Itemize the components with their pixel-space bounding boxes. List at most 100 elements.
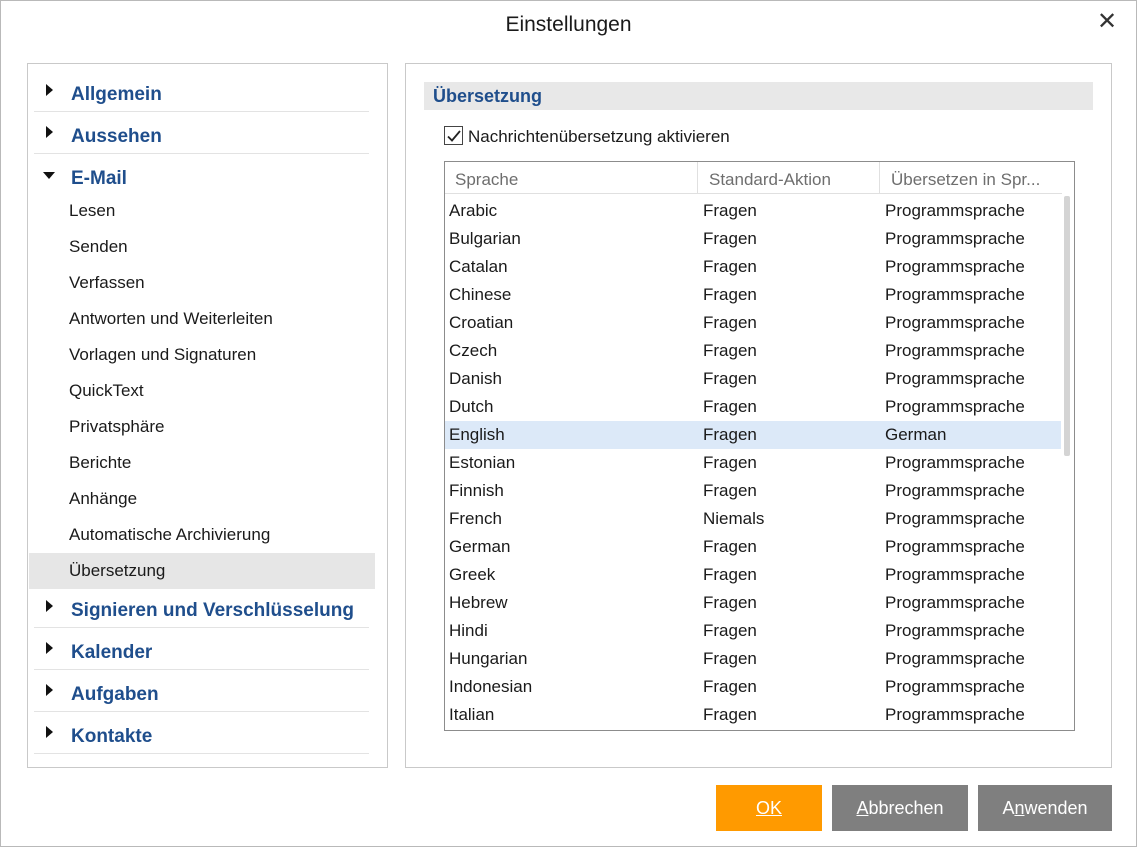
cell-language: Croatian [449, 313, 514, 332]
nav-category-kalender[interactable]: Kalender [34, 628, 369, 670]
cell-translate-to: Programmsprache [885, 201, 1025, 220]
table-row[interactable]: Czech Fragen Programmsprache [445, 337, 1062, 365]
nav-item-anhaenge[interactable]: Anhänge [29, 481, 375, 517]
nav-item-label: Senden [69, 237, 128, 256]
table-row[interactable]: Dutch Fragen Programmsprache [445, 393, 1062, 421]
nav-category-label: Aufgaben [71, 684, 159, 705]
nav-category-aussehen[interactable]: Aussehen [34, 112, 369, 154]
table-row[interactable]: Danish Fragen Programmsprache [445, 365, 1062, 393]
scrollbar-thumb[interactable] [1064, 196, 1070, 456]
table-row[interactable]: Indonesian Fragen Programmsprache [445, 673, 1062, 701]
table-row[interactable]: Italian Fragen Programmsprache [445, 701, 1062, 729]
cancel-button[interactable]: Abbrechen [832, 785, 968, 831]
table-row[interactable]: Hindi Fragen Programmsprache [445, 617, 1062, 645]
table-row[interactable]: Greek Fragen Programmsprache [445, 561, 1062, 589]
cell-translate-to: Programmsprache [885, 593, 1025, 612]
nav-item-label: Vorlagen und Signaturen [69, 345, 257, 364]
table-row[interactable]: German Fragen Programmsprache [445, 533, 1062, 561]
expand-arrow-icon [46, 684, 53, 696]
expand-arrow-icon [46, 126, 53, 138]
table-row[interactable]: Hebrew Fragen Programmsprache [445, 589, 1062, 617]
nav-item-label: Übersetzung [69, 561, 166, 580]
table-row[interactable]: Bulgarian Fragen Programmsprache [445, 225, 1062, 253]
cell-translate-to: Programmsprache [885, 341, 1025, 360]
cell-language: Catalan [449, 257, 508, 276]
cell-translate-to: Programmsprache [885, 453, 1025, 472]
table-row[interactable]: Croatian Fragen Programmsprache [445, 309, 1062, 337]
nav-category-label: Aussehen [71, 126, 162, 147]
table-row[interactable]: Finnish Fragen Programmsprache [445, 477, 1062, 505]
cell-default-action: Fragen [703, 313, 757, 332]
section-title: Übersetzung [433, 86, 543, 106]
column-header-standard-aktion[interactable]: Standard-Aktion [698, 162, 880, 194]
cell-language: Finnish [449, 481, 504, 500]
nav-item-label: Lesen [69, 201, 116, 220]
nav-category-email[interactable]: E-Mail [34, 154, 369, 196]
checkmark-icon [447, 130, 461, 142]
settings-dialog: Einstellungen ✕ Allgemein Aussehen E-Mai… [0, 0, 1137, 847]
column-header-sprache[interactable]: Sprache [445, 162, 698, 194]
expand-arrow-icon [46, 84, 53, 96]
table-row[interactable]: English Fragen German [445, 421, 1062, 449]
cell-default-action: Fragen [703, 453, 757, 472]
cell-translate-to: Programmsprache [885, 369, 1025, 388]
nav-item-privatsphaere[interactable]: Privatsphäre [29, 409, 375, 445]
cell-translate-to: Programmsprache [885, 621, 1025, 640]
table-row[interactable]: Chinese Fragen Programmsprache [445, 281, 1062, 309]
cell-translate-to: Programmsprache [885, 229, 1025, 248]
nav-category-label: Signieren und Verschlüsselung [71, 600, 354, 621]
nav-item-vorlagen[interactable]: Vorlagen und Signaturen [29, 337, 375, 373]
nav-item-label: Verfassen [69, 273, 145, 292]
apply-label-rest: wenden [1024, 798, 1088, 818]
nav-category-signieren[interactable]: Signieren und Verschlüsselung [34, 586, 369, 628]
nav-item-berichte[interactable]: Berichte [29, 445, 375, 481]
nav-item-senden[interactable]: Senden [29, 229, 375, 265]
table-scrollbar[interactable] [1061, 194, 1074, 730]
cell-translate-to: Programmsprache [885, 649, 1025, 668]
nav-item-uebersetzung[interactable]: Übersetzung [29, 553, 375, 589]
table-row[interactable]: Catalan Fragen Programmsprache [445, 253, 1062, 281]
nav-item-archivierung[interactable]: Automatische Archivierung [29, 517, 375, 553]
cell-language: Arabic [449, 201, 498, 220]
nav-item-lesen[interactable]: Lesen [29, 193, 375, 229]
cell-language: Italian [449, 705, 495, 724]
table-header: Sprache Standard-Aktion Übersetzen in Sp… [445, 162, 1062, 194]
nav-item-quicktext[interactable]: QuickText [29, 373, 375, 409]
apply-mnemonic: n [1014, 798, 1025, 818]
nav-category-allgemein[interactable]: Allgemein [34, 70, 369, 112]
nav-item-label: Privatsphäre [69, 417, 165, 436]
cell-language: Greek [449, 565, 496, 584]
expand-arrow-icon [46, 600, 53, 612]
dialog-title: Einstellungen [505, 13, 632, 36]
cell-translate-to: Programmsprache [885, 509, 1025, 528]
cell-language: German [449, 537, 511, 556]
nav-category-kontakte[interactable]: Kontakte [34, 712, 369, 754]
nav-category-label: Kalender [71, 642, 153, 663]
table-row[interactable]: Estonian Fragen Programmsprache [445, 449, 1062, 477]
nav-category-aufgaben[interactable]: Aufgaben [34, 670, 369, 712]
close-icon[interactable]: ✕ [1096, 10, 1118, 34]
nav-category-label: Allgemein [71, 84, 162, 105]
cancel-label-rest: bbrechen [868, 798, 944, 818]
cell-default-action: Fragen [703, 481, 757, 500]
nav-item-verfassen[interactable]: Verfassen [29, 265, 375, 301]
table-row[interactable]: Arabic Fragen Programmsprache [445, 197, 1062, 225]
apply-button[interactable]: Anwenden [978, 785, 1112, 831]
cell-language: Dutch [449, 397, 494, 416]
cell-translate-to: Programmsprache [885, 397, 1025, 416]
cell-language: Danish [449, 369, 502, 388]
table-row[interactable]: Hungarian Fragen Programmsprache [445, 645, 1062, 673]
cell-translate-to: Programmsprache [885, 537, 1025, 556]
nav-item-antworten[interactable]: Antworten und Weiterleiten [29, 301, 375, 337]
table-row[interactable]: French Niemals Programmsprache [445, 505, 1062, 533]
nav-item-label: Anhänge [69, 489, 138, 508]
cell-translate-to: Programmsprache [885, 565, 1025, 584]
enable-translation-checkbox[interactable] [444, 126, 463, 145]
cell-default-action: Fragen [703, 229, 757, 248]
nav-item-label: Automatische Archivierung [69, 525, 271, 544]
ok-button[interactable]: OK [716, 785, 822, 831]
settings-content: Übersetzung Nachrichtenübersetzung aktiv… [405, 63, 1112, 768]
cell-default-action: Fragen [703, 649, 757, 668]
column-header-uebersetzen-in[interactable]: Übersetzen in Spr... [880, 162, 1062, 194]
cell-default-action: Fragen [703, 593, 757, 612]
